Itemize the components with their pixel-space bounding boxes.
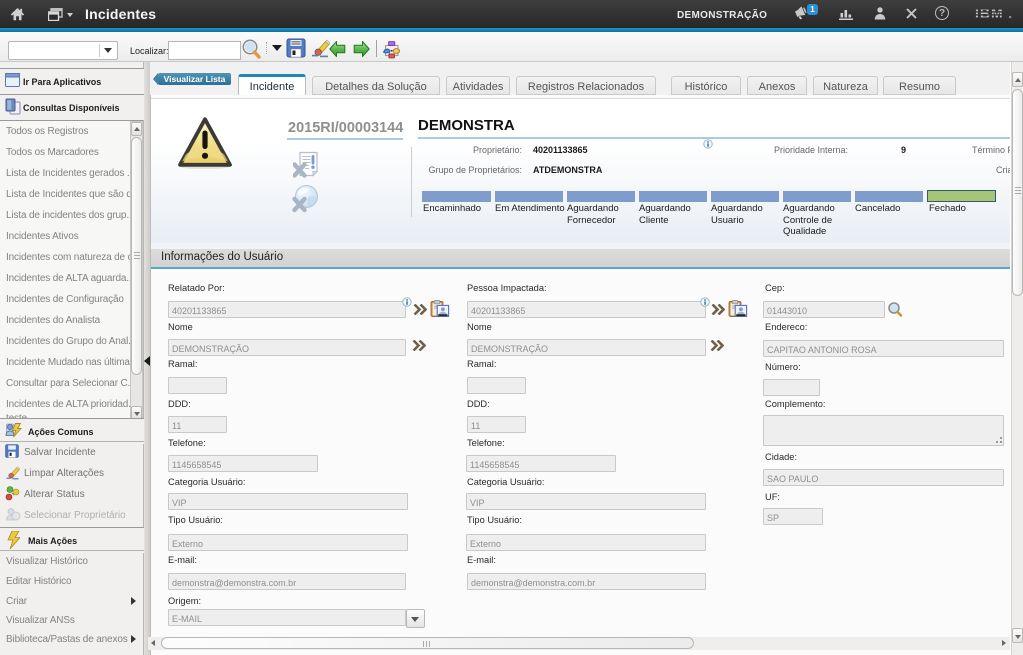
svg-text:IBM: IBM <box>975 5 1004 21</box>
